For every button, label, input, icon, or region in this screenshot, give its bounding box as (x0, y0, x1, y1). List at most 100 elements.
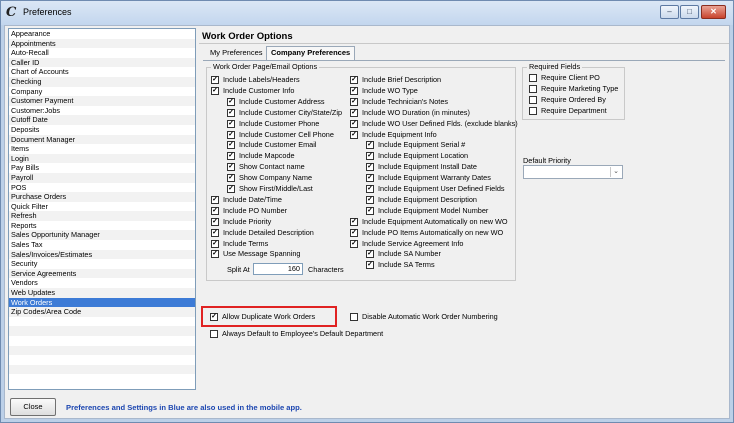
tab-my-preferences[interactable]: My Preferences (206, 47, 267, 60)
sidebar-item[interactable]: Login (9, 153, 195, 164)
checkbox-label: Include Equipment User Defined Fields (378, 184, 505, 193)
sidebar-item[interactable]: Purchase Orders (9, 192, 195, 202)
split-at-label: Split At (227, 265, 250, 274)
sidebar-item[interactable]: Deposits (9, 125, 195, 135)
checkmark-icon[interactable]: ✓ (211, 217, 219, 226)
checkbox-label: Use Message Spanning (223, 249, 301, 259)
sidebar-item[interactable]: Customer Payment (9, 96, 195, 106)
sidebar-item[interactable]: Company (9, 87, 195, 97)
panel-title: Work Order Options (202, 31, 293, 42)
sidebar-item[interactable]: Caller ID (9, 57, 195, 68)
sidebar-item[interactable]: Work Orders (9, 297, 195, 308)
checkmark-icon[interactable]: ✓ (366, 250, 374, 259)
checkmark-icon[interactable]: ✓ (350, 217, 358, 226)
checkbox-empty-icon[interactable] (529, 106, 537, 115)
checkmark-icon[interactable]: ✓ (211, 195, 219, 204)
sidebar-item[interactable]: Chart of Accounts (9, 67, 195, 77)
close-button[interactable]: Close (10, 398, 56, 416)
minimize-button[interactable]: – (660, 5, 679, 19)
checkbox-label: Include SA Terms (378, 260, 435, 270)
checkbox-label: Include Equipment Info (362, 129, 437, 139)
checkbox-label: Include WO Type (362, 85, 418, 95)
checkbox-label: Show Company Name (239, 173, 313, 183)
checkmark-icon[interactable]: ✓ (211, 250, 219, 259)
checkmark-icon[interactable]: ✓ (350, 108, 358, 117)
empty-row (9, 345, 195, 356)
sidebar-item[interactable]: Items (9, 144, 195, 154)
sidebar-item[interactable]: Zip Codes/Area Code (9, 307, 195, 317)
checkmark-icon[interactable]: ✓ (350, 97, 358, 106)
checkbox-empty-icon[interactable] (529, 74, 537, 82)
sidebar-item[interactable]: POS (9, 183, 195, 193)
sidebar-item[interactable]: Checking (9, 76, 195, 87)
checkmark-icon[interactable]: ✓ (211, 239, 219, 248)
sidebar-item[interactable]: Refresh (9, 211, 195, 221)
sidebar-item[interactable]: Quick Filter (9, 202, 195, 212)
checkmark-icon[interactable]: ✓ (350, 86, 358, 95)
checkbox-label: Show Contact name (239, 162, 305, 172)
checkmark-icon[interactable]: ✓ (227, 141, 235, 150)
checkmark-icon[interactable]: ✓ (350, 130, 358, 139)
checkmark-icon[interactable]: ✓ (350, 76, 358, 84)
checkmark-icon[interactable]: ✓ (366, 152, 374, 161)
checkmark-icon[interactable]: ✓ (350, 119, 358, 128)
checkbox-label: Include Equipment Install Date (378, 162, 477, 172)
tab-label: Company Preferences (271, 48, 351, 57)
maximize-button[interactable]: □ (680, 5, 699, 19)
sidebar-item[interactable]: Pay Bills (9, 163, 195, 173)
sidebar-item[interactable]: Auto-Recall (9, 48, 195, 58)
sidebar-item[interactable]: Customer:Jobs (9, 106, 195, 116)
checkmark-icon[interactable]: ✓ (227, 152, 235, 161)
checkbox-empty-icon[interactable] (210, 330, 218, 338)
sidebar-item[interactable]: Vendors (9, 278, 195, 288)
sidebar-item[interactable]: Document Manager (9, 134, 195, 145)
checkbox-label: Include Terms (223, 238, 269, 248)
checkbox-label: Include Date/Time (223, 194, 282, 204)
checkmark-icon[interactable]: ✓ (227, 108, 235, 117)
checkmark-icon[interactable]: ✓ (211, 206, 219, 215)
sidebar-item[interactable]: Sales Tax (9, 240, 195, 250)
default-priority-select[interactable]: ⌄ (523, 165, 623, 179)
checkbox-label: Include Technician's Notes (362, 96, 449, 106)
checkmark-icon[interactable]: ✓ (227, 119, 235, 128)
checkbox-empty-icon[interactable] (529, 95, 537, 104)
checkmark-icon[interactable]: ✓ (366, 185, 374, 193)
checkmark-icon[interactable]: ✓ (366, 163, 374, 172)
sidebar-item[interactable]: Cutoff Date (9, 115, 195, 125)
sidebar-item[interactable]: Service Agreements (9, 268, 195, 279)
default-priority-label: Default Priority (523, 156, 571, 165)
checkmark-icon[interactable]: ✓ (366, 261, 374, 270)
sidebar-item[interactable]: Appearance (9, 29, 195, 39)
checkmark-icon[interactable]: ✓ (211, 76, 219, 84)
sidebar-item[interactable]: Security (9, 259, 195, 269)
checkmark-icon[interactable]: ✓ (366, 141, 374, 150)
split-at-input[interactable]: 160 (253, 263, 303, 275)
sidebar-item[interactable]: Web Updates (9, 288, 195, 298)
close-window-button[interactable]: ✕ (701, 5, 726, 19)
checkbox-empty-icon[interactable] (529, 84, 537, 93)
sidebar-item[interactable]: Payroll (9, 172, 195, 183)
checkbox-label: Include Priority (223, 216, 272, 226)
checkmark-icon[interactable]: ✓ (350, 228, 358, 237)
checkmark-icon[interactable]: ✓ (227, 130, 235, 139)
checkmark-icon[interactable]: ✓ (227, 163, 235, 172)
tab-company-preferences[interactable]: Company Preferences (266, 46, 356, 60)
checkmark-icon[interactable]: ✓ (366, 206, 374, 215)
checkmark-icon[interactable]: ✓ (211, 228, 219, 237)
checkmark-icon[interactable]: ✓ (366, 195, 374, 204)
sidebar-item[interactable]: Sales Opportunity Manager (9, 230, 195, 241)
sidebar-item[interactable]: Appointments (9, 38, 195, 49)
preferences-category-list[interactable]: Appearance Appointments Auto-Recall Caller … (8, 28, 196, 390)
checkmark-icon[interactable]: ✓ (227, 174, 235, 183)
checkmark-icon[interactable]: ✓ (227, 97, 235, 106)
checkmark-icon[interactable]: ✓ (227, 185, 235, 193)
checkmark-icon[interactable]: ✓ (350, 239, 358, 248)
checkmark-icon[interactable]: ✓ (366, 174, 374, 183)
checkbox-label: Include PO Items Automatically on new WO (362, 227, 504, 237)
checkbox-label: Require Ordered By (541, 94, 606, 104)
checkbox-empty-icon[interactable] (350, 313, 358, 321)
sidebar-item[interactable]: Reports (9, 221, 195, 231)
sidebar-item[interactable]: Sales/Invoices/Estimates (9, 249, 195, 260)
checkmark-icon[interactable]: ✓ (211, 86, 219, 95)
work-order-options-panel: Work Order Options My Preferences Compan… (199, 27, 729, 391)
